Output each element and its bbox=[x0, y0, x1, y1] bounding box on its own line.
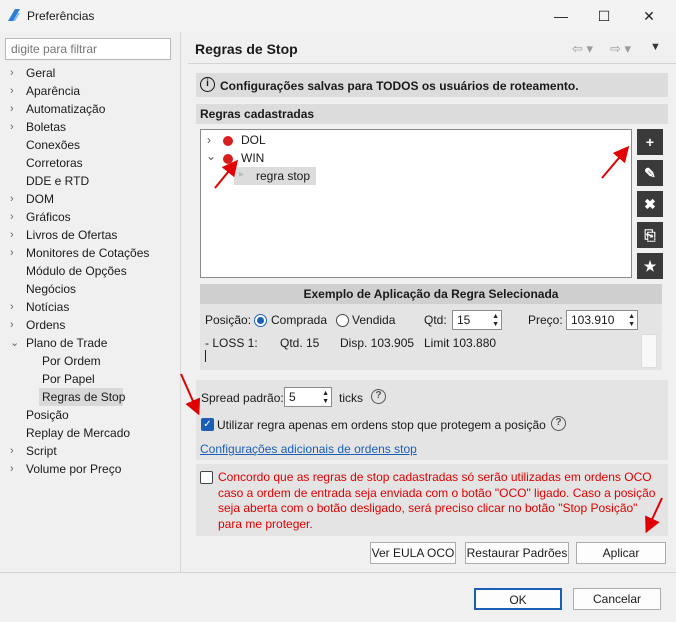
annotation-arrows bbox=[180, 145, 663, 534]
arrow-to-win bbox=[214, 159, 239, 189]
arrow-to-apply bbox=[645, 497, 663, 534]
arrow-to-checkbox bbox=[180, 373, 201, 416]
arrow-to-add bbox=[601, 145, 630, 179]
